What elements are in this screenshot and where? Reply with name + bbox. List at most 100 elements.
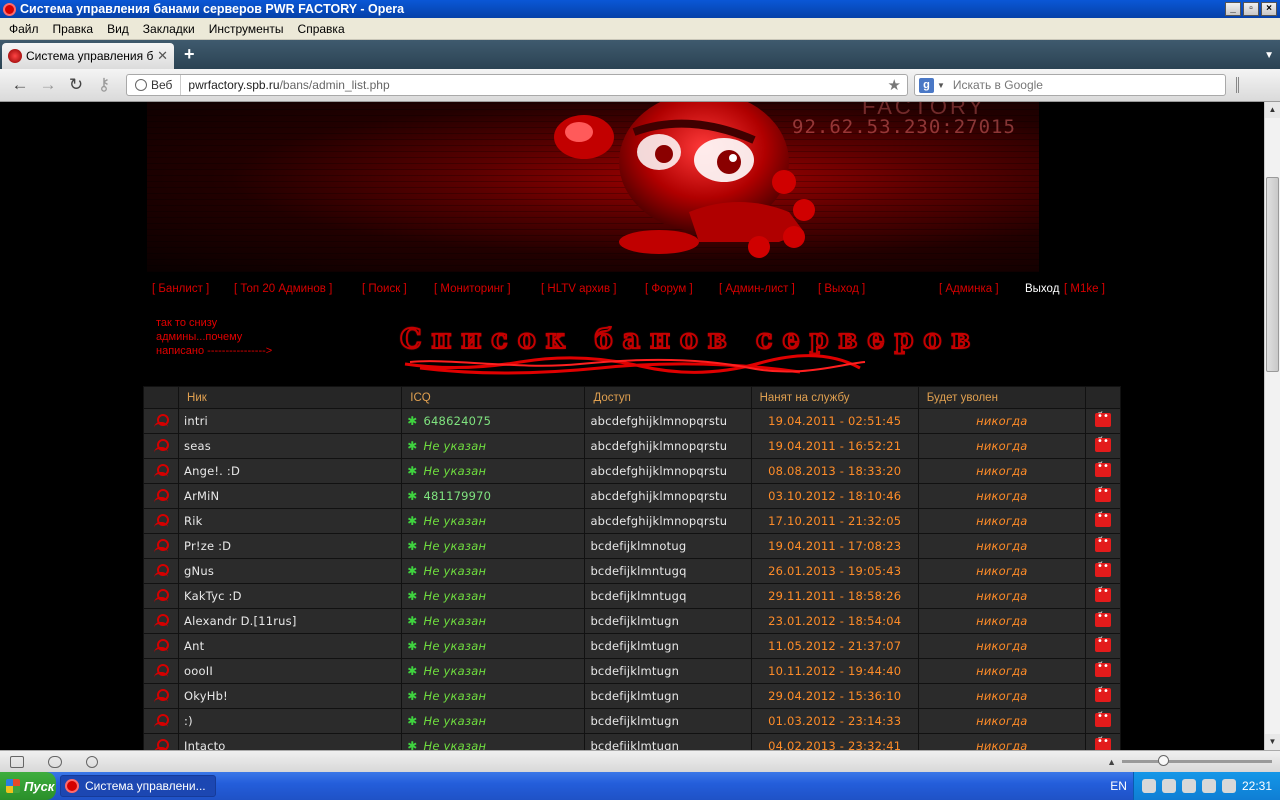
view-bans-icon[interactable] — [1094, 736, 1111, 750]
cell-icq: ✱ 648624075 — [401, 408, 586, 434]
address-field[interactable]: Веб pwrfactory.spb.ru/bans/admin_list.ph… — [126, 74, 908, 96]
cell-nick: OkyHb! — [178, 683, 403, 709]
url-text[interactable]: pwrfactory.spb.ru/bans/admin_list.php — [181, 78, 887, 92]
cell-nick: Ant — [178, 633, 403, 659]
cell-icq: ✱ Не указан — [401, 458, 586, 484]
row-action-cell — [1084, 683, 1122, 709]
scroll-thumb[interactable] — [1266, 177, 1279, 372]
nav-link-top20[interactable]: [ Топ 20 Админов ] — [234, 283, 332, 295]
view-bans-icon[interactable] — [1094, 486, 1111, 502]
view-bans-icon[interactable] — [1094, 536, 1111, 552]
menu-file[interactable]: Файл — [2, 22, 46, 36]
tab-active[interactable]: Система управления ба... ✕ — [2, 43, 174, 69]
nav-link-forum[interactable]: [ Форум ] — [645, 283, 693, 295]
row-user-icon-cell — [142, 408, 180, 434]
cell-hired: 01.03.2012 - 23:14:33 — [750, 708, 919, 734]
row-action-cell — [1084, 508, 1122, 534]
minimize-button[interactable]: _ — [1225, 2, 1241, 16]
menu-tools[interactable]: Инструменты — [202, 22, 291, 36]
forward-arrow-icon[interactable]: → — [34, 75, 62, 95]
close-window-button[interactable]: × — [1261, 2, 1277, 16]
col-header-action — [1084, 386, 1122, 409]
search-engine-dropdown-icon[interactable]: ▼ — [937, 81, 945, 90]
view-bans-icon[interactable] — [1094, 586, 1111, 602]
nav-link-adminlist[interactable]: [ Админ-лист ] — [719, 283, 795, 295]
row-action-cell — [1084, 408, 1122, 434]
taskbar-opera-window[interactable]: Система управлени... — [60, 775, 216, 797]
menu-bookmarks[interactable]: Закладки — [136, 22, 202, 36]
language-indicator[interactable]: EN — [1110, 779, 1127, 793]
cell-fired: никогда — [917, 583, 1086, 609]
view-bans-icon[interactable] — [1094, 436, 1111, 452]
col-header-icon — [142, 386, 180, 409]
turbo-cloud-icon[interactable] — [48, 755, 62, 768]
menu-edit[interactable]: Правка — [46, 22, 101, 36]
table-row: :) ✱ Не указан bcdefijklmtugn 01.03.2012 - 2… — [142, 708, 1122, 734]
app-tray-icon[interactable] — [1181, 779, 1196, 793]
new-tab-button[interactable]: + — [184, 44, 195, 65]
tab-close-icon[interactable]: ✕ — [157, 48, 168, 64]
bookmark-star-icon[interactable]: ★ — [888, 76, 907, 94]
reload-icon[interactable]: ↻ — [62, 75, 90, 95]
web-badge[interactable]: Веб — [127, 75, 182, 95]
nav-link-search[interactable]: [ Поиск ] — [362, 283, 407, 295]
nav-link-adminpanel[interactable]: [ Админка ] — [939, 283, 999, 295]
back-arrow-icon[interactable]: ← — [6, 75, 34, 95]
start-button[interactable]: Пуск — [0, 772, 56, 800]
icq-flower-icon: ✱ — [407, 614, 418, 628]
google-icon[interactable]: g — [919, 77, 934, 93]
scroll-up-icon[interactable]: ▲ — [1265, 102, 1280, 118]
volume-icon[interactable] — [1221, 779, 1236, 793]
user-icon — [154, 588, 170, 601]
speed-dial-icon[interactable] — [86, 755, 98, 768]
key-icon[interactable]: ⚷ — [90, 75, 118, 95]
maximize-button[interactable]: ▫ — [1243, 2, 1259, 16]
icq-flower-icon: ✱ — [407, 739, 418, 750]
view-bans-icon[interactable] — [1094, 661, 1111, 677]
view-bans-icon[interactable] — [1094, 461, 1111, 477]
zoom-slider[interactable] — [1122, 755, 1272, 766]
zoom-slider-knob[interactable] — [1158, 755, 1169, 766]
network-icon[interactable] — [1201, 779, 1216, 793]
row-user-icon-cell — [142, 483, 180, 509]
view-bans-icon[interactable] — [1094, 686, 1111, 702]
zoom-control[interactable]: ▲ — [1107, 755, 1272, 767]
user-icon — [154, 613, 170, 626]
view-bans-icon[interactable] — [1094, 711, 1111, 727]
cell-icq: ✱ Не указан — [401, 608, 586, 634]
table-row: Ant ✱ Не указан bcdefijklmtugn 11.05.2012 - … — [142, 633, 1122, 659]
view-bans-icon[interactable] — [1094, 611, 1111, 627]
vertical-scrollbar[interactable]: ▲ ▼ — [1264, 102, 1280, 750]
view-bans-icon[interactable] — [1094, 561, 1111, 577]
url-path: /bans/admin_list.php — [279, 78, 390, 92]
panel-toggle-icon[interactable] — [1236, 77, 1252, 93]
menu-view[interactable]: Вид — [100, 22, 136, 36]
scroll-down-icon[interactable]: ▼ — [1265, 734, 1280, 750]
current-user-link[interactable]: [ M1ke ] — [1064, 283, 1105, 295]
panel-icon[interactable] — [10, 755, 24, 768]
cell-access: abcdefghijklmnopqrstu — [584, 508, 752, 534]
cell-fired: никогда — [917, 683, 1086, 709]
cell-nick: intri — [178, 408, 403, 434]
view-bans-icon[interactable] — [1094, 411, 1111, 427]
row-user-icon-cell — [142, 608, 180, 634]
browser-tray-icon[interactable] — [1161, 779, 1176, 793]
tab-menu-chevron-icon[interactable]: ▼ — [1264, 50, 1274, 61]
user-icon — [154, 538, 170, 551]
cell-nick: KakTyc :D — [178, 583, 403, 609]
steam-icon[interactable] — [1141, 779, 1156, 793]
icq-flower-icon: ✱ — [407, 714, 418, 728]
nav-link-banlist[interactable]: [ Банлист ] — [152, 283, 209, 295]
nav-link-monitoring[interactable]: [ Мониторинг ] — [434, 283, 511, 295]
view-bans-icon[interactable] — [1094, 511, 1111, 527]
menu-help[interactable]: Справка — [291, 22, 352, 36]
nav-link-hltv[interactable]: [ HLTV архив ] — [541, 283, 616, 295]
cell-hired: 08.08.2013 - 18:33:20 — [750, 458, 919, 484]
cell-icq: ✱ Не указан — [401, 683, 586, 709]
row-user-icon-cell — [142, 458, 180, 484]
zoom-up-icon[interactable]: ▲ — [1107, 757, 1116, 767]
search-field[interactable]: g ▼ Искать в Google — [914, 74, 1226, 96]
row-user-icon-cell — [142, 558, 180, 584]
nav-link-logout[interactable]: [ Выход ] — [818, 283, 865, 295]
view-bans-icon[interactable] — [1094, 636, 1111, 652]
